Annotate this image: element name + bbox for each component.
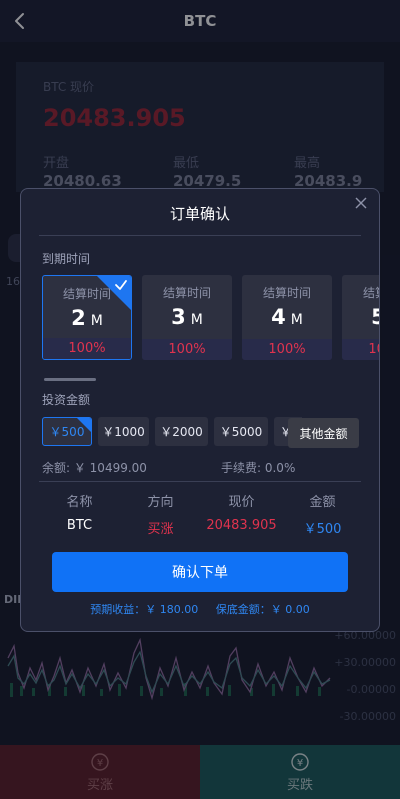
expected-profit: 预期收益：￥ 180.00 <box>90 603 199 616</box>
settle-time-option-2m[interactable]: 结算时间 2M 100% <box>42 275 132 360</box>
guaranteed-amount: 保底金额：￥ 0.00 <box>215 603 310 616</box>
order-symbol: BTC <box>66 518 93 533</box>
order-table-header: 名称 方向 现价 金额 <box>39 491 363 510</box>
settle-time-option-5m[interactable]: 结算时间 5M 100% <box>342 275 379 360</box>
header-name: 名称 <box>66 495 93 510</box>
header-direction: 方向 <box>147 495 174 510</box>
fee-text: 手续费: 0.0% <box>221 461 296 475</box>
settle-time-value: 5M <box>342 305 379 329</box>
order-price: 20483.905 <box>206 518 277 533</box>
settle-time-option-4m[interactable]: 结算时间 4M 100% <box>242 275 332 360</box>
settle-time-option-3m[interactable]: 结算时间 3M 100% <box>142 275 232 360</box>
settle-time-percent: 100% <box>242 339 332 360</box>
time-list-scrollbar[interactable] <box>44 378 96 381</box>
order-amount: ￥500 <box>303 522 342 537</box>
amount-option-1000[interactable]: ￥1000 <box>98 417 149 446</box>
selected-corner <box>77 418 91 432</box>
order-direction: 买涨 <box>147 522 174 537</box>
settle-time-label: 结算时间 <box>262 286 311 300</box>
other-amount-button[interactable]: 其他金额 <box>288 418 359 448</box>
amount-option-2000[interactable]: ￥2000 <box>155 417 208 446</box>
settle-time-value: 3M <box>171 305 203 329</box>
settle-time-value: 4M <box>271 305 303 329</box>
order-table-row: BTC 买涨 20483.905 ￥500 <box>39 518 363 537</box>
settle-time-percent: 100% <box>142 339 232 360</box>
modal-title: 订单确认 <box>169 205 230 223</box>
amount-option-5000[interactable]: ￥5000 <box>214 417 268 446</box>
settle-time-label: 结算时间 <box>362 286 379 300</box>
settle-time-label: 结算时间 <box>162 286 211 300</box>
order-confirm-modal: 订单确认 到期时间 结算时间 2M 100% 结算时间 3M 100% 结算时间… <box>20 188 380 632</box>
settle-time-list[interactable]: 结算时间 2M 100% 结算时间 3M 100% 结算时间 4M 100% 结… <box>42 275 379 361</box>
amount-options[interactable]: ￥500 ￥1000 ￥2000 ￥5000 ￥10000 <box>42 417 302 449</box>
check-icon <box>115 280 127 290</box>
confirm-order-button[interactable]: 确认下单 <box>52 552 348 592</box>
info-divider <box>39 481 361 482</box>
title-divider <box>39 235 361 236</box>
header-amount: 金额 <box>309 495 336 510</box>
settle-time-percent: 100% <box>43 338 131 359</box>
amount-option-500[interactable]: ￥500 <box>42 417 92 446</box>
invest-amount-label: 投资金额 <box>42 393 91 407</box>
settle-time-percent: 100% <box>342 339 379 360</box>
balance-text: 余额: ￥ 10499.00 <box>42 461 147 475</box>
order-summary: 预期收益：￥ 180.00 保底金额：￥ 0.00 <box>21 601 379 617</box>
header-price: 现价 <box>228 495 255 510</box>
expire-time-label: 到期时间 <box>42 252 91 266</box>
